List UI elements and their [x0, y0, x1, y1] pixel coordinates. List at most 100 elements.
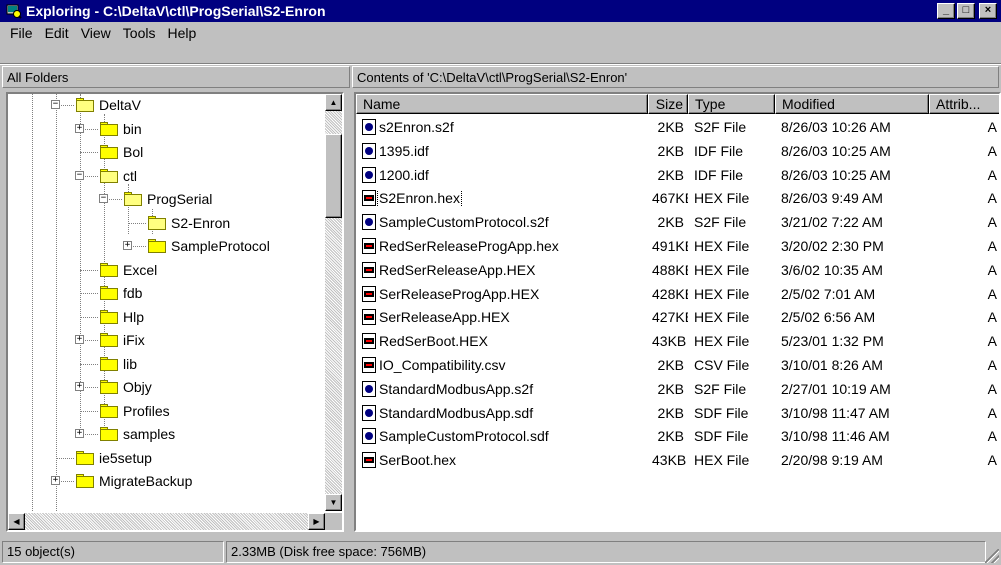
file-row[interactable]: RedSerReleaseApp.HEX 488KB HEX File 3/6/02 … — [356, 259, 999, 281]
file-row[interactable]: IO_Compatibility.csv 2KB CSV File 3/10/01 8… — [356, 354, 999, 376]
tree-item[interactable]: Profiles — [100, 400, 170, 422]
file-row[interactable]: 1200.idf 2KB IDF File 8/26/03 10:25 AM A — [356, 164, 999, 186]
file-row[interactable]: SerReleaseProgApp.HEX 428KB HEX File 2/5/02… — [356, 283, 999, 305]
file-attributes: A — [987, 166, 997, 183]
file-row[interactable]: SerReleaseApp.HEX 427KB HEX File 2/5/02 6:5… — [356, 306, 999, 328]
file-icon — [362, 380, 376, 397]
file-list[interactable]: Name Size Type Modified Attrib... s2Enro… — [354, 92, 1001, 532]
file-size: 2KB — [657, 142, 684, 159]
file-name-wrap: 1395.idf — [362, 142, 642, 159]
tree-vertical-scrollbar[interactable]: ▲ ▼ — [325, 94, 342, 511]
tree-item-label: Objy — [123, 379, 152, 395]
tree-item[interactable]: samples — [100, 423, 175, 445]
scroll-left-icon[interactable]: ◀ — [8, 513, 25, 530]
file-row[interactable]: RedSerBoot.HEX 43KB HEX File 5/23/01 1:32 P… — [356, 330, 999, 352]
expand-icon[interactable]: + — [75, 335, 84, 344]
minimize-button[interactable]: _ — [937, 3, 955, 19]
file-name: StandardModbusApp.sdf — [379, 404, 534, 421]
file-type: CSV File — [694, 357, 750, 373]
file-name: RedSerBoot.HEX — [379, 333, 488, 350]
tree-item[interactable]: lib — [100, 353, 137, 375]
folder-tree-list: − DeltaV + bin Bol − ctl − ProgSerial S2-Enron + Sa… — [8, 94, 325, 511]
file-type: HEX File — [694, 261, 750, 278]
tree-item[interactable]: ProgSerial — [124, 188, 212, 210]
menu-file[interactable]: File — [4, 25, 39, 41]
scroll-thumb[interactable] — [325, 134, 342, 218]
column-type[interactable]: Type — [688, 94, 775, 114]
resize-grip-icon[interactable] — [985, 549, 999, 563]
file-row[interactable]: SampleCustomProtocol.s2f 2KB S2F File 3/21/… — [356, 211, 999, 233]
folder-icon — [100, 427, 118, 441]
tree-item[interactable]: MigrateBackup — [76, 470, 192, 492]
folder-icon — [100, 145, 118, 159]
tree-item-label: S2-Enron — [171, 214, 231, 231]
tree-item[interactable]: DeltaV — [76, 94, 141, 116]
file-row[interactable]: StandardModbusApp.s2f 2KB S2F File 2/27/01 … — [356, 378, 999, 400]
tree-item[interactable]: Hlp — [100, 306, 144, 328]
file-name: RedSerReleaseProgApp.hex — [379, 238, 559, 254]
collapse-icon[interactable]: − — [75, 170, 84, 180]
menu-tools[interactable]: Tools — [117, 25, 162, 41]
pane-splitter[interactable] — [345, 88, 353, 533]
scroll-down-icon[interactable]: ▼ — [325, 494, 342, 511]
file-icon — [362, 119, 376, 135]
file-name: S2Enron.hex — [377, 190, 462, 207]
file-row[interactable]: RedSerReleaseProgApp.hex 491KB HEX File 3/2… — [356, 235, 999, 257]
file-name-wrap: StandardModbusApp.sdf — [362, 404, 642, 421]
title-bar[interactable]: Exploring - C:\DeltaV\ctl\ProgSerial\S2-… — [0, 0, 1001, 22]
file-row[interactable]: SampleCustomProtocol.sdf 2KB SDF File 3/10/… — [356, 425, 999, 447]
file-row[interactable]: SerBoot.hex 43KB HEX File 2/20/98 9:19 AM A — [356, 449, 999, 471]
tree-item[interactable]: iFix — [100, 329, 145, 351]
scroll-up-icon[interactable]: ▲ — [325, 94, 342, 111]
expand-icon[interactable]: + — [75, 123, 84, 133]
file-modified: 2/5/02 7:01 AM — [781, 285, 876, 302]
file-row[interactable]: 1395.idf 2KB IDF File 8/26/03 10:25 AM A — [356, 140, 999, 162]
file-modified: 3/10/98 11:46 AM — [781, 428, 890, 445]
maximize-button[interactable]: □ — [957, 3, 975, 19]
file-row[interactable]: S2Enron.hex 467KB HEX File 8/26/03 9:49 AM A — [356, 187, 999, 209]
expand-icon[interactable]: + — [51, 476, 60, 485]
column-name[interactable]: Name — [356, 94, 648, 114]
file-size: 488KB — [652, 261, 688, 278]
tree-item[interactable]: Excel — [100, 259, 157, 281]
file-type: HEX File — [694, 333, 750, 350]
tree-item[interactable]: fdb — [100, 282, 142, 304]
folder-icon — [100, 262, 118, 277]
tree-item[interactable]: Bol — [100, 141, 143, 163]
file-modified: 8/26/03 10:25 AM — [781, 166, 891, 183]
file-name-wrap: SampleCustomProtocol.s2f — [362, 214, 642, 231]
menu-edit[interactable]: Edit — [39, 25, 75, 41]
file-modified: 2/20/98 9:19 AM — [781, 452, 883, 469]
tree-horizontal-scrollbar[interactable]: ◀ ▶ — [8, 513, 325, 530]
scroll-right-icon[interactable]: ▶ — [308, 513, 325, 530]
menu-help[interactable]: Help — [161, 25, 202, 41]
collapse-icon[interactable]: − — [51, 100, 60, 109]
tree-item-label: Hlp — [123, 308, 145, 325]
expand-icon[interactable]: + — [75, 429, 84, 438]
close-button[interactable]: × — [979, 3, 997, 19]
column-attributes[interactable]: Attrib... — [929, 94, 999, 114]
tree-line — [32, 94, 33, 511]
folder-icon — [100, 121, 118, 136]
file-row[interactable]: s2Enron.s2f 2KB S2F File 8/26/03 10:26 AM A — [356, 116, 999, 138]
tree-item[interactable]: SampleProtocol — [148, 235, 270, 257]
column-modified[interactable]: Modified — [775, 94, 929, 114]
column-size[interactable]: Size — [648, 94, 688, 114]
collapse-icon[interactable]: − — [99, 194, 108, 203]
file-row[interactable]: StandardModbusApp.sdf 2KB SDF File 3/10/98 … — [356, 402, 999, 424]
status-bar: 15 object(s) 2.33MB (Disk free space: 75… — [0, 538, 1001, 565]
tree-item[interactable]: bin — [100, 118, 142, 140]
expand-icon[interactable]: + — [75, 382, 84, 391]
tree-item[interactable]: Objy — [100, 376, 152, 398]
file-type: HEX File — [694, 452, 750, 469]
menu-view[interactable]: View — [75, 25, 117, 41]
file-modified: 8/26/03 10:26 AM — [781, 119, 891, 135]
explorer-icon — [6, 3, 22, 19]
tree-item[interactable]: ie5setup — [76, 447, 152, 469]
expand-icon[interactable]: + — [123, 241, 132, 250]
tree-item[interactable]: S2-Enron — [148, 212, 230, 234]
folder-tree[interactable]: − DeltaV + bin Bol − ctl − ProgSerial S2-Enron + Sa… — [6, 92, 344, 532]
file-name: SampleCustomProtocol.sdf — [379, 428, 549, 445]
tree-item[interactable]: ctl — [100, 165, 137, 187]
menu-separator — [0, 63, 1001, 65]
